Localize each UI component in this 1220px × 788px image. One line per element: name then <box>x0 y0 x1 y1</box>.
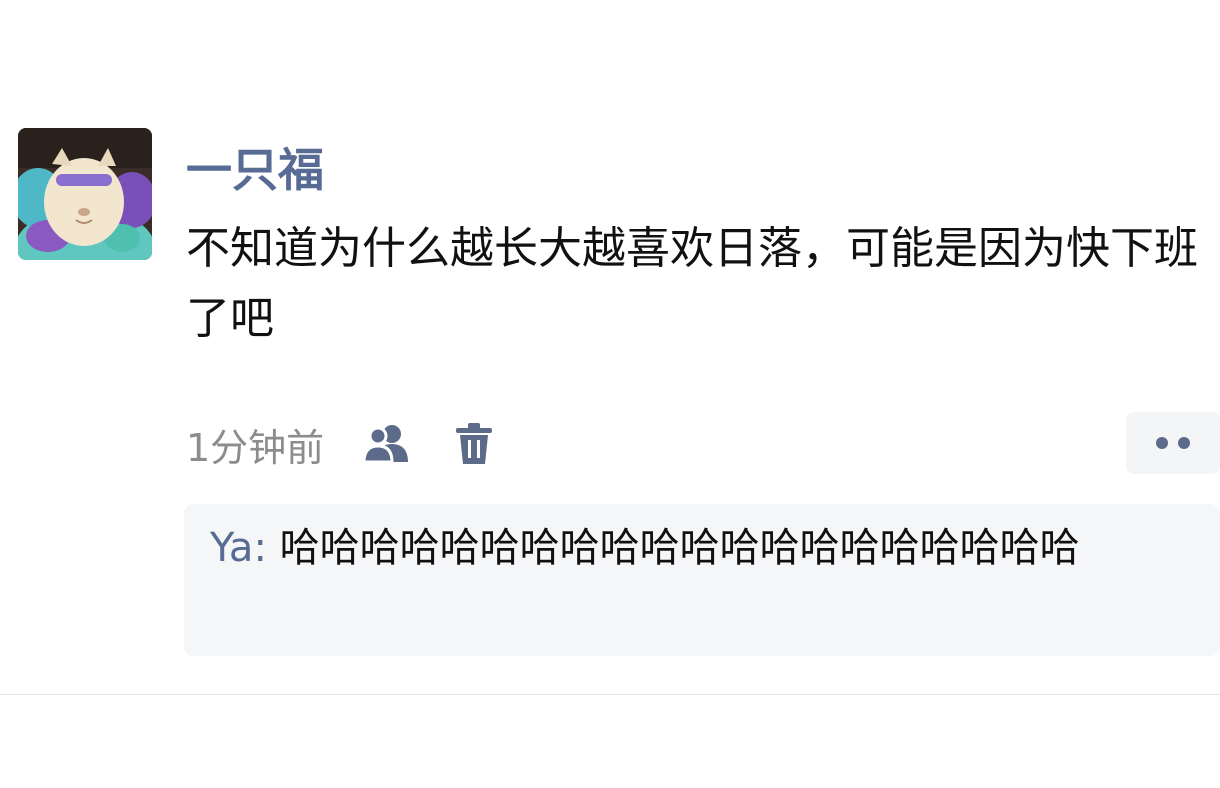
moment-post: 一只福 不知道为什么越长大越喜欢日落，可能是因为快下班了吧 1分钟前 Ya: 哈… <box>0 0 1220 788</box>
post-text: 不知道为什么越长大越喜欢日落，可能是因为快下班了吧 <box>186 223 1198 344</box>
fluffy-cat-avatar-icon <box>18 128 152 260</box>
post-time: 1分钟前 <box>186 425 325 470</box>
two-dots-icon <box>1156 437 1168 449</box>
comment-separator: : <box>253 525 280 571</box>
more-button[interactable] <box>1126 412 1220 474</box>
two-dots-icon <box>1178 437 1190 449</box>
trash-icon[interactable] <box>454 422 494 466</box>
avatar[interactable] <box>18 128 152 260</box>
comment-item[interactable]: Ya: 哈哈哈哈哈哈哈哈哈哈哈哈哈哈哈哈哈哈哈哈 <box>210 518 1214 578</box>
friends-visible-icon[interactable] <box>362 422 414 466</box>
comment-text: 哈哈哈哈哈哈哈哈哈哈哈哈哈哈哈哈哈哈哈哈 <box>279 525 1080 571</box>
author-name[interactable]: 一只福 <box>186 140 324 200</box>
comment-area: Ya: 哈哈哈哈哈哈哈哈哈哈哈哈哈哈哈哈哈哈哈哈 <box>184 504 1220 656</box>
commenter-name[interactable]: Ya <box>210 525 253 571</box>
divider <box>0 694 1220 695</box>
post-meta: 1分钟前 <box>186 416 494 472</box>
